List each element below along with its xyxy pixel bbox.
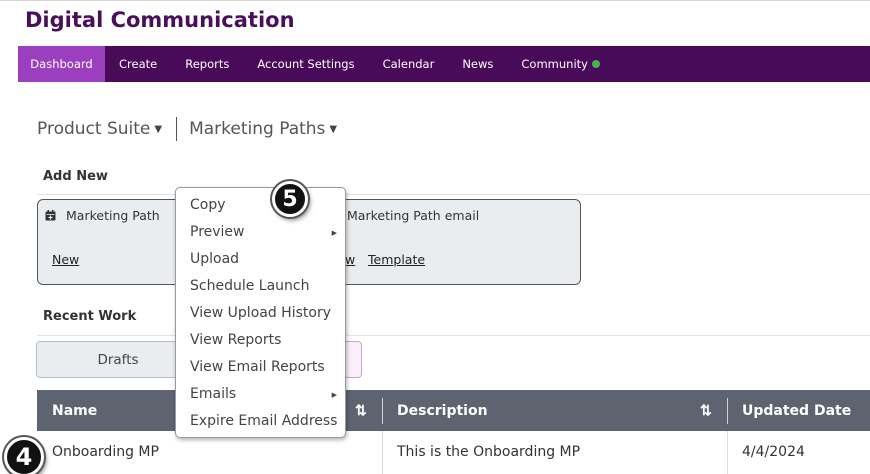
product-suite-label: Product Suite: [37, 119, 151, 139]
caret-down-icon: ▼: [329, 123, 338, 135]
menu-item-emails-label: Emails: [190, 386, 237, 402]
nav-dashboard[interactable]: Dashboard: [18, 46, 105, 82]
template-link[interactable]: Template: [368, 252, 425, 267]
menu-item-emails[interactable]: Emails ▶: [190, 386, 342, 402]
add-new-heading: Add New: [43, 169, 108, 184]
column-header-description[interactable]: Description: [397, 390, 488, 431]
top-border: [0, 0, 870, 1]
column-divider: [727, 398, 728, 424]
marketing-paths-label: Marketing Paths: [189, 119, 326, 139]
column-line: [382, 431, 383, 474]
row-name[interactable]: Onboarding MP: [52, 444, 159, 460]
menu-item-preview[interactable]: Preview ▶: [190, 224, 342, 240]
caret-down-icon: ▼: [154, 123, 163, 135]
menu-item-expire-email-address[interactable]: Expire Email Address: [190, 413, 337, 429]
menu-item-copy[interactable]: Copy: [190, 197, 226, 213]
section-divider: [37, 194, 870, 195]
main-nav: Dashboard Create Reports Account Setting…: [18, 46, 870, 82]
new-email-link[interactable]: w: [345, 252, 355, 267]
marketing-paths-dropdown[interactable]: Marketing Paths ▼: [189, 119, 337, 139]
online-status-dot: [591, 60, 600, 68]
column-header-name[interactable]: Name: [52, 390, 97, 431]
step-5-callout: 5: [272, 181, 308, 217]
nav-community[interactable]: Community: [507, 46, 614, 82]
submenu-arrow-icon: ▶: [331, 229, 337, 237]
row-description: This is the Onboarding MP: [397, 444, 581, 460]
menu-item-preview-label: Preview: [190, 224, 245, 240]
calendar-plus-icon: [45, 210, 56, 221]
marketing-path-email-label: Marketing Path email: [347, 208, 480, 223]
nav-calendar[interactable]: Calendar: [369, 46, 449, 82]
recent-work-heading: Recent Work: [43, 309, 137, 324]
table-header: Name ⇅ Description ⇅ Updated Date: [37, 390, 870, 431]
submenu-arrow-icon: ▶: [331, 391, 337, 399]
breadcrumb-divider: [176, 117, 178, 141]
section-divider: [37, 335, 870, 336]
sort-icon[interactable]: ⇅: [700, 390, 712, 431]
menu-item-upload[interactable]: Upload: [190, 251, 239, 267]
marketing-path-card-title: Marketing Path: [45, 208, 160, 223]
marketing-path-label: Marketing Path: [66, 208, 160, 223]
column-divider: [382, 398, 383, 424]
menu-item-view-reports[interactable]: View Reports: [190, 332, 281, 348]
column-line: [727, 431, 728, 474]
app-title: Digital Communication: [25, 8, 295, 32]
new-marketing-path-link[interactable]: New: [52, 252, 79, 267]
breadcrumb: Product Suite ▼ Marketing Paths ▼: [37, 117, 337, 141]
menu-item-view-upload-history[interactable]: View Upload History: [190, 305, 331, 321]
column-header-updated-date[interactable]: Updated Date: [742, 390, 851, 431]
menu-item-schedule-launch[interactable]: Schedule Launch: [190, 278, 309, 294]
nav-community-label: Community: [521, 57, 588, 71]
step-4-callout: 4: [4, 437, 44, 474]
context-menu: Copy Preview ▶ Upload Schedule Launch Vi…: [175, 187, 346, 438]
menu-item-view-email-reports[interactable]: View Email Reports: [190, 359, 325, 375]
row-updated-date: 4/4/2024: [742, 444, 805, 460]
nav-news[interactable]: News: [448, 46, 507, 82]
nav-create[interactable]: Create: [105, 46, 171, 82]
sort-icon[interactable]: ⇅: [355, 390, 367, 431]
product-suite-dropdown[interactable]: Product Suite ▼: [37, 119, 162, 139]
nav-reports[interactable]: Reports: [171, 46, 243, 82]
nav-account-settings[interactable]: Account Settings: [243, 46, 368, 82]
